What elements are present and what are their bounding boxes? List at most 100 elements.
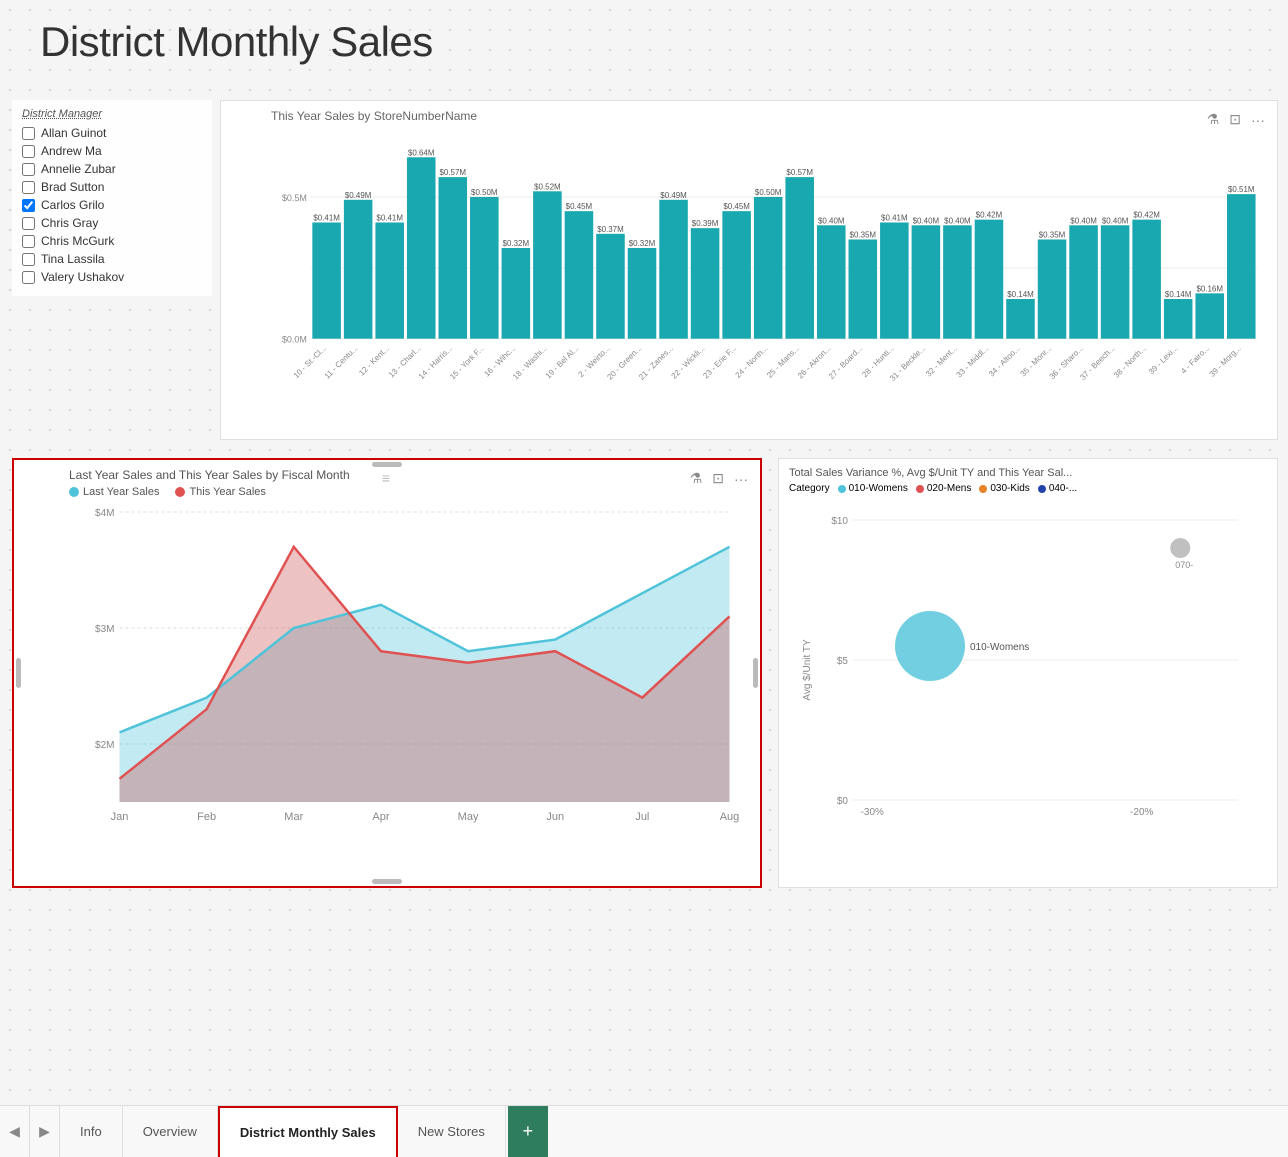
scatter-legend-040: 040-... — [1038, 483, 1077, 494]
svg-text:33 - Middl...: 33 - Middl... — [955, 344, 991, 380]
filter-checkbox[interactable] — [22, 145, 35, 158]
svg-text:$0.40M: $0.40M — [1102, 216, 1129, 225]
svg-text:$0.45M: $0.45M — [566, 202, 593, 211]
svg-text:$0.49M: $0.49M — [345, 191, 372, 200]
svg-text:$0.35M: $0.35M — [1039, 230, 1066, 239]
resize-handle-top[interactable] — [372, 462, 402, 467]
svg-text:010-Womens: 010-Womens — [970, 642, 1029, 653]
tab-item[interactable]: District Monthly Sales — [218, 1106, 398, 1157]
svg-text:$0.40M: $0.40M — [818, 216, 845, 225]
filter-item[interactable]: Annelie Zubar — [22, 162, 202, 176]
legend-last-year: Last Year Sales — [69, 486, 159, 498]
filter-item[interactable]: Chris McGurk — [22, 234, 202, 248]
legend-dot-this-year — [175, 487, 185, 497]
line-expand-btn[interactable]: ⊡ — [710, 468, 726, 489]
scatter-legend: Category 010-Womens 020-Mens 030-Kids 04… — [789, 483, 1267, 494]
svg-text:$0.42M: $0.42M — [976, 211, 1003, 220]
svg-text:$2M: $2M — [95, 740, 114, 751]
svg-text:22 - Wickli...: 22 - Wickli... — [670, 344, 707, 381]
svg-text:$0.32M: $0.32M — [629, 239, 656, 248]
resize-handle-left[interactable] — [16, 658, 21, 688]
scatter-legend-kids: 030-Kids — [979, 483, 1029, 494]
svg-text:19 - Bel Al...: 19 - Bel Al... — [544, 344, 581, 381]
tab-item[interactable]: Info — [60, 1106, 123, 1157]
bar-chart-svg: $0.0M$0.5M$0.41M10 - St.-Cl...$0.49M11 -… — [271, 134, 1267, 394]
svg-text:$0.57M: $0.57M — [440, 168, 467, 177]
svg-text:11 - Centu...: 11 - Centu... — [323, 344, 360, 381]
svg-text:Feb: Feb — [197, 811, 216, 823]
svg-text:$0.50M: $0.50M — [755, 188, 782, 197]
filter-checkbox[interactable] — [22, 127, 35, 140]
resize-handle-bottom[interactable] — [372, 879, 402, 884]
more-icon-btn[interactable]: ··· — [1249, 110, 1267, 130]
svg-text:34 - Altoo...: 34 - Altoo... — [987, 344, 1022, 379]
svg-text:$4M: $4M — [95, 508, 114, 519]
svg-text:39 - Morg...: 39 - Morg... — [1208, 344, 1243, 379]
svg-text:27 - Board...: 27 - Board... — [827, 344, 864, 381]
line-more-btn[interactable]: ··· — [732, 468, 750, 489]
page-title: District Monthly Sales — [40, 18, 433, 66]
filter-item[interactable]: Valery Ushakov — [22, 270, 202, 284]
svg-text:$0.40M: $0.40M — [1070, 216, 1097, 225]
bar-chart-container: This Year Sales by StoreNumberName ⚗ ⊡ ·… — [220, 100, 1278, 440]
filter-item-label: Tina Lassila — [41, 252, 105, 266]
legend-this-year: This Year Sales — [175, 486, 265, 498]
filter-checkbox[interactable] — [22, 199, 35, 212]
filter-item-label: Brad Sutton — [41, 180, 104, 194]
svg-text:Avg $/Unit TY: Avg $/Unit TY — [802, 639, 813, 701]
tab-item[interactable]: New Stores — [398, 1106, 506, 1157]
filter-checkbox[interactable] — [22, 271, 35, 284]
filter-item[interactable]: Allan Guinot — [22, 126, 202, 140]
svg-text:-20%: -20% — [1130, 807, 1153, 818]
bar-chart-icons: ⚗ ⊡ ··· — [1205, 109, 1267, 130]
svg-text:$0.41M: $0.41M — [376, 213, 403, 222]
legend-dot-last-year — [69, 487, 79, 497]
svg-text:$0.37M: $0.37M — [597, 225, 624, 234]
filter-checkbox[interactable] — [22, 235, 35, 248]
filter-checkbox[interactable] — [22, 163, 35, 176]
filter-item[interactable]: Andrew Ma — [22, 144, 202, 158]
svg-text:18 - Washi...: 18 - Washi... — [511, 344, 549, 382]
svg-text:$0.35M: $0.35M — [850, 230, 877, 239]
expand-icon-btn[interactable]: ⊡ — [1227, 109, 1243, 130]
svg-text:$0.64M: $0.64M — [408, 148, 435, 157]
tab-item[interactable]: Overview — [123, 1106, 218, 1157]
filter-checkbox[interactable] — [22, 181, 35, 194]
scatter-legend-mens: 020-Mens — [916, 483, 971, 494]
filter-items-container: Allan Guinot Andrew Ma Annelie Zubar Brad S… — [22, 126, 202, 284]
line-filter-btn[interactable]: ⚗ — [688, 468, 705, 489]
filter-checkbox[interactable] — [22, 217, 35, 230]
tab-items-container: InfoOverviewDistrict Monthly SalesNew St… — [60, 1106, 506, 1157]
filter-item-label: Chris Gray — [41, 216, 98, 230]
filter-item-label: Valery Ushakov — [41, 270, 124, 284]
svg-text:23 - Erie F...: 23 - Erie F... — [701, 344, 738, 381]
tab-add-btn[interactable]: + — [508, 1106, 548, 1157]
filter-item[interactable]: Chris Gray — [22, 216, 202, 230]
svg-text:Aug: Aug — [720, 811, 740, 823]
svg-text:$0.41M: $0.41M — [313, 213, 340, 222]
tab-next-btn[interactable]: ▶ — [30, 1106, 60, 1157]
svg-text:$0.51M: $0.51M — [1228, 185, 1255, 194]
filter-item-label: Andrew Ma — [41, 144, 102, 158]
tab-bar: ◀ ▶ InfoOverviewDistrict Monthly SalesNe… — [0, 1105, 1288, 1157]
filter-icon-btn[interactable]: ⚗ — [1205, 109, 1222, 130]
filter-checkbox[interactable] — [22, 253, 35, 266]
filter-item[interactable]: Tina Lassila — [22, 252, 202, 266]
scatter-legend-womens: 010-Womens — [838, 483, 908, 494]
drag-icon: ≡ — [382, 470, 392, 486]
scatter-svg: Avg $/Unit TY$0$5$10-30%-20%010-Womens07… — [789, 500, 1267, 840]
svg-text:$0.16M: $0.16M — [1196, 284, 1223, 293]
svg-text:38 - North...: 38 - North... — [1112, 344, 1148, 380]
svg-text:$0.41M: $0.41M — [881, 213, 908, 222]
filter-item[interactable]: Brad Sutton — [22, 180, 202, 194]
filter-item[interactable]: Carlos Grilo — [22, 198, 202, 212]
bar-chart-svg-wrap: $0.0M$0.5M$0.41M10 - St.-Cl...$0.49M11 -… — [271, 134, 1267, 394]
content-area: District Monthly Sales District Manager … — [0, 0, 1288, 1105]
tab-prev-btn[interactable]: ◀ — [0, 1106, 30, 1157]
resize-handle-right[interactable] — [753, 658, 758, 688]
scatter-dot-womens — [838, 485, 846, 493]
svg-text:39 - Lexi...: 39 - Lexi... — [1147, 344, 1180, 377]
scatter-container: Total Sales Variance %, Avg $/Unit TY an… — [778, 458, 1278, 888]
svg-text:$0.49M: $0.49M — [660, 191, 687, 200]
svg-text:$0: $0 — [837, 796, 849, 807]
